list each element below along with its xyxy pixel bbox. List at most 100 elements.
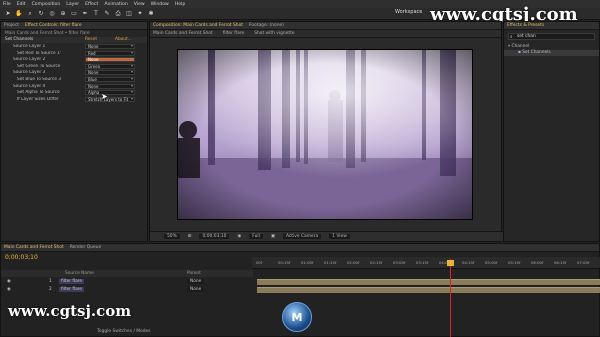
- visibility-eye-icon[interactable]: ◉: [7, 279, 11, 284]
- crumb-filter-flare[interactable]: filter flare: [223, 31, 244, 36]
- tab-main-comp[interactable]: Main Cards and Ferrot Shot: [4, 245, 64, 250]
- ruler-tick: 04:15f: [462, 260, 475, 265]
- menu-edit[interactable]: Edit: [17, 2, 26, 7]
- timeline-header-row: Source Name Parent: [1, 270, 253, 277]
- effect-row: Source Layer 3 None: [1, 70, 147, 77]
- source-layer-2-dropdown[interactable]: None: [85, 57, 135, 63]
- source-name-header: Source Name: [65, 271, 94, 276]
- menu-view[interactable]: View: [134, 2, 145, 7]
- viewer-timecode[interactable]: 0;00;03;10: [199, 234, 230, 239]
- viewer-breadcrumbs: Main Cards and Ferrot Shot filter flare …: [150, 30, 501, 38]
- effect-row: Set Green To Source 2's Green: [1, 63, 147, 70]
- source-layer-1-dropdown[interactable]: None: [85, 43, 135, 49]
- clone-stamp-tool-icon[interactable]: ⎙: [114, 10, 122, 18]
- blue-source-dropdown[interactable]: Blue: [85, 76, 135, 82]
- viewer-footer: 50% ⊞ 0;00;03;10 ◉ Full ▣ Active Camera …: [150, 231, 503, 241]
- tab-effects-presets[interactable]: Effects & Presets: [507, 23, 544, 28]
- ruler-tick: 01:15f: [324, 260, 337, 265]
- workspace-label[interactable]: Workspace: [395, 9, 422, 15]
- composition-frame-image[interactable]: [177, 49, 473, 220]
- text-tool-icon[interactable]: T: [92, 10, 100, 18]
- parent-header: Parent: [187, 271, 201, 276]
- time-ruler[interactable]: 00f 00:15f 01:00f 01:15f 02:00f 02:15f 0…: [252, 257, 600, 269]
- menu-composition[interactable]: Composition: [32, 2, 61, 7]
- views-dropdown[interactable]: 1 View: [329, 234, 350, 239]
- row-label: Set Blue To Source 3's: [17, 76, 61, 82]
- effect-header-row[interactable]: Set Channels Reset About...: [1, 36, 147, 44]
- layer-row[interactable]: ◉ 1 filter flare None: [1, 278, 253, 285]
- layer-name[interactable]: filter flare: [59, 279, 85, 284]
- menu-animation[interactable]: Animation: [104, 2, 127, 7]
- effect-controls-breadcrumb: Main Cards and Ferrot Shot • filter flar…: [5, 30, 90, 36]
- menu-file[interactable]: File: [3, 2, 11, 7]
- camera-dropdown[interactable]: Active Camera: [282, 234, 322, 239]
- result-set-channels[interactable]: ▪ Set Channels: [504, 49, 599, 57]
- mask-tool-icon[interactable]: ▭: [70, 10, 78, 18]
- visibility-eye-icon[interactable]: ◉: [7, 287, 11, 292]
- resolution-dropdown[interactable]: Full: [249, 234, 263, 239]
- ruler-tick: 02:15f: [370, 260, 383, 265]
- source-layer-3-dropdown[interactable]: None: [85, 70, 135, 76]
- menu-help[interactable]: Help: [175, 2, 185, 7]
- ruler-tick: 07:00f: [577, 260, 590, 265]
- layer-number: 1: [49, 279, 52, 284]
- menu-effect[interactable]: Effect: [85, 2, 98, 7]
- reset-link[interactable]: Reset: [85, 37, 97, 42]
- source-layer-4-dropdown[interactable]: None: [85, 83, 135, 89]
- about-link[interactable]: About...: [115, 37, 132, 42]
- camera-tool-icon[interactable]: ◎: [48, 10, 56, 18]
- playhead-line[interactable]: [450, 259, 451, 337]
- alpha-source-dropdown[interactable]: Alpha: [85, 90, 135, 96]
- pen-tool-icon[interactable]: ✒: [81, 10, 89, 18]
- timeline-tabs: Main Cards and Ferrot Shot Render Queue: [1, 244, 599, 252]
- layer-name[interactable]: filter flare: [59, 287, 85, 292]
- category-channel[interactable]: ▾ Channel: [504, 43, 599, 50]
- hand-tool-icon[interactable]: ✋: [15, 10, 23, 18]
- effects-presets-tab-row: Effects & Presets: [504, 22, 599, 30]
- tab-composition[interactable]: Composition: Main Cards and Ferrot Shot: [153, 23, 243, 28]
- roto-brush-tool-icon[interactable]: ✦: [136, 10, 144, 18]
- layer-1-track-bar[interactable]: [257, 279, 600, 285]
- effects-presets-panel: Effects & Presets ⌕ set chan ▾ Channel ▪…: [503, 21, 600, 242]
- playhead-handle[interactable]: [447, 260, 454, 266]
- row-label: Set Green To Source 2's: [17, 63, 61, 69]
- pan-behind-tool-icon[interactable]: ⊕: [59, 10, 67, 18]
- layer-2-track-bar[interactable]: [257, 287, 600, 293]
- layer-sizes-dropdown[interactable]: Stretch Layers to Fit: [85, 96, 135, 102]
- ruler-tick: 01:00f: [301, 260, 314, 265]
- after-effects-window: File Edit Composition Layer Effect Anima…: [0, 0, 600, 337]
- category-label: Channel: [511, 43, 530, 49]
- red-source-dropdown[interactable]: Red: [85, 50, 135, 56]
- effect-controls-tabs: Project Effect Controls: filter flare: [1, 22, 147, 30]
- brush-tool-icon[interactable]: ✎: [103, 10, 111, 18]
- puppet-tool-icon[interactable]: ✱: [147, 10, 155, 18]
- tab-footage[interactable]: Footage: (none): [249, 23, 284, 28]
- ruler-tick: 00:15f: [278, 260, 291, 265]
- region-icon[interactable]: ▣: [271, 234, 275, 239]
- toggle-switches-modes[interactable]: Toggle Switches / Modes: [97, 329, 151, 334]
- zoom-dropdown[interactable]: 50%: [164, 234, 180, 239]
- ruler-tick: 02:00f: [347, 260, 360, 265]
- current-time-display[interactable]: 0;00;03;10: [5, 254, 38, 261]
- ruler-tick: 05:15f: [508, 260, 521, 265]
- rotate-tool-icon[interactable]: ↻: [37, 10, 45, 18]
- menu-window[interactable]: Window: [151, 2, 169, 7]
- viewer-grid-icon[interactable]: ⊞: [188, 234, 192, 239]
- selection-tool-icon[interactable]: ➤: [4, 10, 12, 18]
- result-label: Set Channels: [522, 50, 551, 56]
- snapshot-icon[interactable]: ◉: [237, 234, 241, 239]
- zoom-tool-icon[interactable]: ⌕: [26, 10, 34, 18]
- crumb-vignette[interactable]: Shot with vignette: [254, 31, 294, 36]
- effect-row: Source Layer 2 None: [1, 56, 147, 63]
- green-source-dropdown[interactable]: Green: [85, 63, 135, 69]
- tab-project[interactable]: Project: [4, 23, 19, 28]
- menu-layer[interactable]: Layer: [66, 2, 79, 7]
- effects-search-input[interactable]: ⌕ set chan: [508, 33, 595, 40]
- tab-render-queue[interactable]: Render Queue: [70, 245, 101, 250]
- crumb-main-comp[interactable]: Main Cards and Ferrot Shot: [153, 31, 213, 36]
- parent-dropdown[interactable]: None: [187, 287, 205, 292]
- layer-row[interactable]: ◉ 2 filter flare None: [1, 286, 253, 293]
- parent-dropdown[interactable]: None: [187, 279, 205, 284]
- tab-effect-controls[interactable]: Effect Controls: filter flare: [25, 23, 82, 28]
- eraser-tool-icon[interactable]: ◫: [125, 10, 133, 18]
